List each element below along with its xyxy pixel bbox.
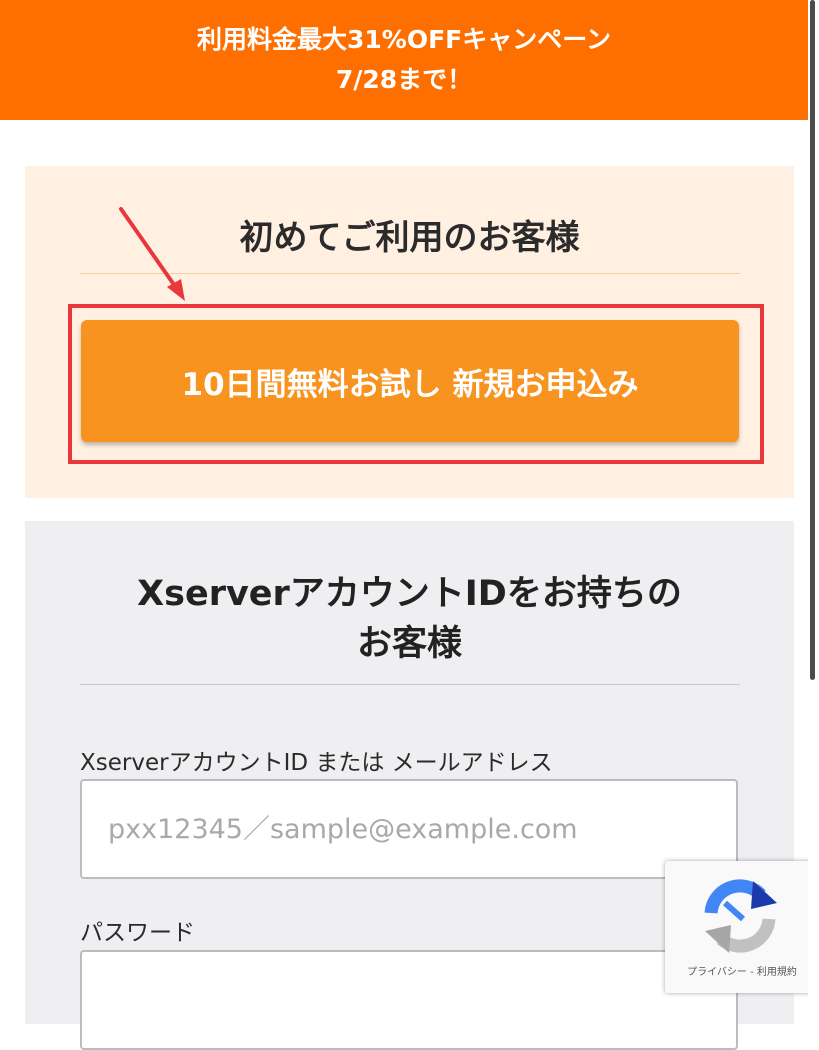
password-label: パスワード (80, 920, 195, 946)
account-id-input[interactable] (80, 779, 738, 879)
scrollbar-thumb[interactable] (810, 0, 815, 680)
account-id-label: XserverアカウントID または メールアドレス (80, 750, 553, 776)
recaptcha-icon (704, 879, 777, 953)
scrollbar[interactable] (808, 0, 819, 1024)
campaign-banner: 利用料金最大31%OFFキャンペーン 7/28まで！ (0, 0, 808, 120)
campaign-banner-line1: 利用料金最大31%OFFキャンペーン (197, 25, 611, 54)
login-title-line2: お客様 (356, 624, 462, 664)
recaptcha-badge[interactable]: プライバシー - 利用規約 (665, 861, 819, 993)
password-input[interactable] (80, 950, 738, 1050)
login-title: XserverアカウントIDをお持ちの お客様 (25, 569, 794, 669)
red-arrow-icon (119, 207, 185, 301)
free-trial-signup-button[interactable]: 10日間無料お試し 新規お申込み (81, 320, 739, 442)
divider (80, 684, 740, 685)
login-title-line1: XserverアカウントIDをお持ちの (137, 574, 682, 614)
recaptcha-links[interactable]: プライバシー - 利用規約 (665, 963, 819, 978)
campaign-banner-line2: 7/28まで！ (335, 65, 473, 94)
